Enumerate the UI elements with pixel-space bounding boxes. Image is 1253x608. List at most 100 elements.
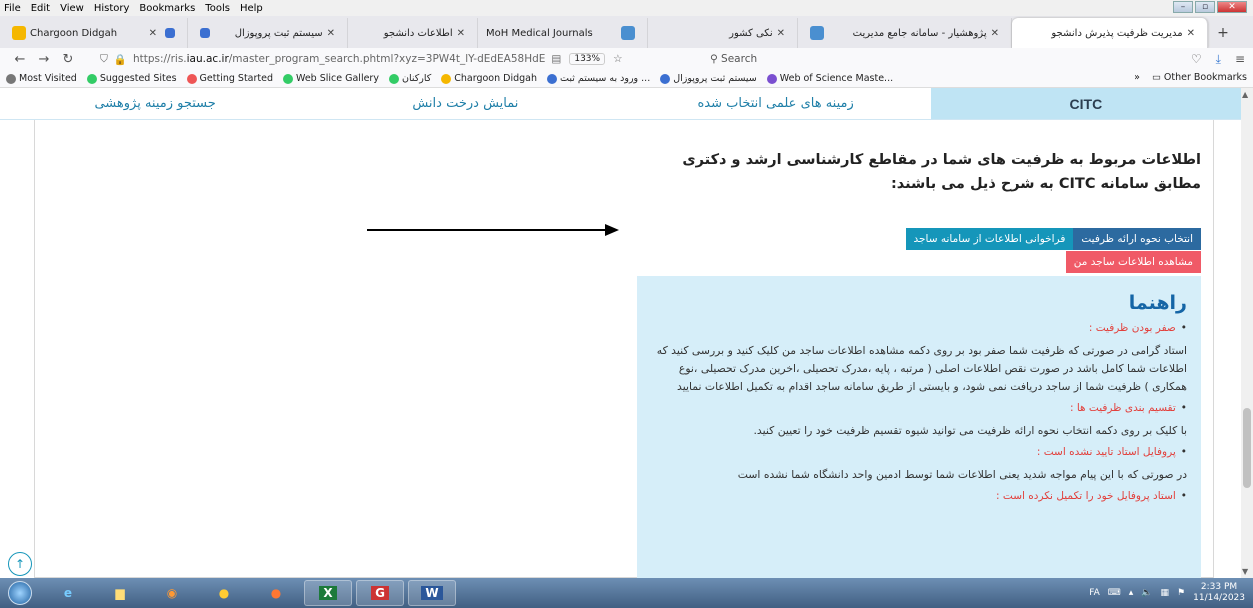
guide-section-title: تقسیم بندی ظرفیت ها : xyxy=(651,402,1187,414)
browser-tab-capacity-active[interactable]: ✕ مدیریت ظرفیت پذیرش دانشجو xyxy=(1012,18,1208,48)
tab-favicon xyxy=(621,26,635,40)
menu-history[interactable]: History xyxy=(94,3,130,14)
overflow-icon[interactable]: » xyxy=(1134,72,1140,83)
tab-label: Chargoon Didgah xyxy=(30,27,118,39)
bookmark-getting-started[interactable]: Getting Started xyxy=(186,73,273,84)
pdf-app-icon[interactable]: G xyxy=(356,580,404,606)
clock[interactable]: 2:33 PM 11/14/2023 xyxy=(1193,582,1245,604)
menu-file[interactable]: File xyxy=(4,3,21,14)
menu-help[interactable]: Help xyxy=(240,3,263,14)
view-my-sajed-info-button[interactable]: مشاهده اطلاعات ساجد من xyxy=(1065,251,1201,273)
firefox-icon[interactable]: ● xyxy=(252,580,300,606)
word-icon[interactable]: W xyxy=(408,580,456,606)
forward-icon[interactable]: → xyxy=(32,52,56,67)
page-scrollbar[interactable]: ▲ ▼ xyxy=(1241,88,1253,578)
bookmark-suggested-sites[interactable]: Suggested Sites xyxy=(86,73,177,84)
back-icon[interactable]: ← xyxy=(8,52,32,67)
tab-research-field-search[interactable]: جستجو زمینه پژوهشی xyxy=(0,88,311,120)
downloads-icon[interactable]: ⤓ xyxy=(1216,52,1221,67)
tab-label: اطلاعات دانشجو xyxy=(383,27,453,39)
bookmark-login-system[interactable]: ورود به سیستم ثبت ... xyxy=(547,73,650,84)
guide-section-title: صفر بودن ظرفیت : xyxy=(651,322,1187,334)
close-icon[interactable]: ✕ xyxy=(457,28,465,39)
new-tab-icon[interactable]: + xyxy=(1208,18,1238,48)
chrome-icon[interactable]: ● xyxy=(200,580,248,606)
show-hidden-icons-icon[interactable]: ▴ xyxy=(1129,588,1134,598)
scroll-up-icon[interactable]: ▲ xyxy=(1242,90,1248,99)
bookmark-favicon-icon xyxy=(547,73,558,84)
pinned-tab-icon[interactable] xyxy=(165,28,175,38)
tab-label: پژوهشیار - سامانه جامع مدیریت xyxy=(852,27,987,39)
browser-tab-moh[interactable]: MoH Medical Journals xyxy=(478,18,648,48)
reload-icon[interactable]: ↻ xyxy=(56,52,80,67)
bookmark-star-icon[interactable]: ☆ xyxy=(613,53,622,65)
browser-tab-country[interactable]: ✕ نکی کشور xyxy=(648,18,798,48)
flag-icon[interactable]: ⚑ xyxy=(1177,588,1185,598)
bookmark-web-of-science[interactable]: Web of Science Maste... xyxy=(766,73,893,84)
close-icon[interactable]: ✕ xyxy=(777,28,785,39)
bookmarks-bar: Most Visited Suggested Sites Getting Sta… xyxy=(0,70,1253,88)
search-icon: ⚲ xyxy=(710,53,718,65)
pocket-icon[interactable]: ♡ xyxy=(1191,52,1202,67)
explorer-icon[interactable]: ▆ xyxy=(96,580,144,606)
network-icon[interactable]: ▦ xyxy=(1161,588,1170,598)
shield-icon: ⛉ xyxy=(100,52,108,65)
close-icon[interactable]: ✕ xyxy=(991,28,999,39)
system-tray: FA ⌨ ▴ 🔈 ▦ ⚑ 2:33 PM 11/14/2023 xyxy=(1089,582,1253,604)
tab-citc[interactable]: CITC xyxy=(930,88,1241,120)
keyboard-icon[interactable]: ⌨ xyxy=(1108,588,1121,598)
menu-tools[interactable]: Tools xyxy=(205,3,230,14)
zoom-level[interactable]: 133% xyxy=(569,53,606,65)
excel-icon[interactable]: X xyxy=(304,580,352,606)
browser-tab-researcher[interactable]: ✕ پژوهشیار - سامانه جامع مدیریت xyxy=(798,18,1012,48)
guide-section-title: استاد پروفایل خود را تکمیل نکرده است : xyxy=(651,490,1187,502)
close-icon[interactable]: ✕ xyxy=(149,28,157,39)
tab-selected-fields[interactable]: زمینه های علمی انتخاب شده xyxy=(620,88,931,120)
browser-tab-chargoon[interactable]: Chargoon Didgah ✕ xyxy=(0,18,188,48)
scroll-down-icon[interactable]: ▼ xyxy=(1242,567,1248,576)
minimize-icon[interactable]: – xyxy=(1173,1,1193,13)
scroll-to-top-icon[interactable]: ↑ xyxy=(8,552,32,576)
url-host: iau.ac.ir xyxy=(186,53,229,65)
browser-tab-proposal[interactable]: ✕ سیستم ثبت پروپوزال xyxy=(188,18,348,48)
reader-icon[interactable]: ▤ xyxy=(551,53,561,65)
select-capacity-method-button[interactable]: انتخاب نحوه ارائه ظرفیت xyxy=(1073,228,1201,250)
action-buttons: انتخاب نحوه ارائه ظرفیت فراخوانی اطلاعات… xyxy=(905,228,1201,250)
bookmark-label: Getting Started xyxy=(199,73,273,84)
scrollbar-thumb[interactable] xyxy=(1243,408,1251,488)
tab-favicon xyxy=(810,26,824,40)
media-player-icon[interactable]: ◉ xyxy=(148,580,196,606)
bookmark-chargoon[interactable]: Chargoon Didgah xyxy=(441,73,537,84)
chargoon-icon xyxy=(12,26,26,40)
bookmark-label: سیستم ثبت پروپوزال xyxy=(673,73,757,84)
maximize-icon[interactable]: ▫ xyxy=(1195,1,1215,13)
language-indicator[interactable]: FA xyxy=(1089,588,1100,598)
bookmark-most-visited[interactable]: Most Visited xyxy=(6,73,77,84)
bookmark-staff[interactable]: کارکنان xyxy=(388,73,431,84)
menu-bookmarks[interactable]: Bookmarks xyxy=(139,3,195,14)
bookmark-web-slice[interactable]: Web Slice Gallery xyxy=(283,73,379,84)
page-content: جستجو زمینه پژوهشی نمایش درخت دانش زمینه… xyxy=(0,88,1241,578)
browser-tab-student-info[interactable]: ✕ اطلاعات دانشجو xyxy=(348,18,478,48)
fetch-sajed-info-button[interactable]: فراخوانی اطلاعات از سامانه ساجد xyxy=(905,228,1074,250)
close-icon[interactable]: ✕ xyxy=(327,28,335,39)
url-bar[interactable]: ⛉ 🔒 https://ris. iau.ac.ir/master_program… xyxy=(100,50,690,68)
other-bookmarks[interactable]: » ▭ Other Bookmarks xyxy=(1134,72,1247,83)
search-bar[interactable]: ⚲ Search xyxy=(710,53,1070,65)
tab-knowledge-tree[interactable]: نمایش درخت دانش xyxy=(310,88,621,120)
guide-paragraph: استاد گرامی در صورتی که ظرفیت شما صفر بو… xyxy=(656,344,1187,393)
ie-icon[interactable]: e xyxy=(44,580,92,606)
close-icon[interactable]: ✕ xyxy=(1217,1,1247,13)
bookmark-label: Chargoon Didgah xyxy=(454,73,538,84)
bookmark-label: Most Visited xyxy=(19,73,77,84)
close-icon[interactable]: ✕ xyxy=(1187,28,1195,39)
bookmark-proposal-system[interactable]: سیستم ثبت پروپوزال xyxy=(660,73,757,84)
windows-logo-icon xyxy=(8,581,32,605)
start-button[interactable] xyxy=(0,579,40,607)
taskbar: e ▆ ◉ ● ● X G W FA ⌨ ▴ 🔈 ▦ ⚑ 2:33 PM 11/… xyxy=(0,578,1253,608)
volume-icon[interactable]: 🔈 xyxy=(1141,588,1152,598)
menu-view[interactable]: View xyxy=(60,3,84,14)
tab-label: مدیریت ظرفیت پذیرش دانشجو xyxy=(1051,27,1183,39)
menu-edit[interactable]: Edit xyxy=(31,3,50,14)
menu-icon[interactable]: ≡ xyxy=(1235,52,1245,67)
